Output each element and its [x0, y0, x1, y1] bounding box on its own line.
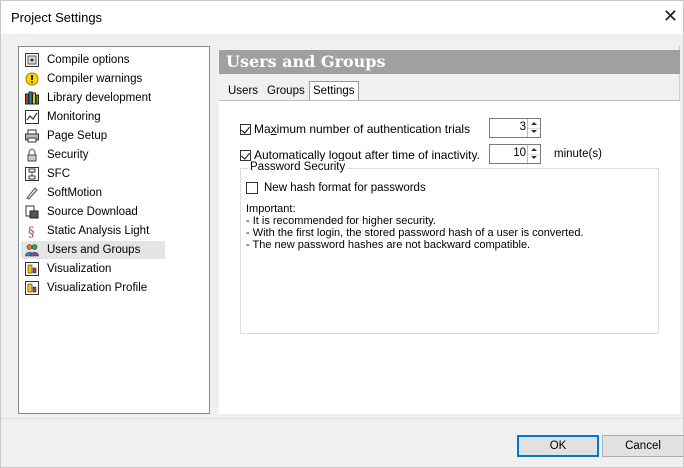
- visualization-profile-icon: [25, 281, 39, 295]
- decrement-arrow-icon[interactable]: [528, 128, 540, 137]
- tab-groups[interactable]: Groups: [267, 83, 305, 100]
- settings-category-tree[interactable]: Compile options Compiler warnings Librar…: [18, 46, 210, 414]
- printer-icon: [25, 129, 39, 143]
- max-trials-value: 3: [519, 121, 526, 133]
- tree-item-library-development[interactable]: Library development: [21, 89, 151, 107]
- download-icon: [25, 205, 39, 219]
- window-title: Project Settings: [11, 10, 103, 25]
- tree-item-visualization-profile[interactable]: Visualization Profile: [21, 279, 147, 297]
- hash-format-row: New hash format for passwords: [246, 182, 426, 194]
- monitoring-icon: [25, 110, 39, 124]
- tree-item-label: Page Setup: [47, 130, 108, 142]
- softmotion-icon: [25, 186, 39, 200]
- tree-item-sfc[interactable]: SFC: [21, 165, 70, 183]
- warning-icon: [25, 72, 39, 86]
- tree-item-label: Compiler warnings: [47, 73, 143, 85]
- hash-format-label: New hash format for passwords: [264, 182, 426, 194]
- tree-item-label: Users and Groups: [47, 244, 141, 256]
- tree-item-label: SoftMotion: [47, 187, 102, 199]
- auto-logout-row: Automatically logout after time of inact…: [240, 148, 480, 162]
- visualization-icon: [25, 262, 39, 276]
- logout-time-spinner[interactable]: 10: [489, 144, 541, 164]
- tree-item-users-and-groups[interactable]: Users and Groups: [21, 241, 165, 259]
- settings-tab-content: Maximum number of authentication trials …: [219, 101, 680, 414]
- logout-time-value: 10: [513, 147, 526, 159]
- title-bar: Project Settings ✕: [0, 0, 684, 34]
- close-icon[interactable]: ✕: [663, 7, 678, 25]
- tree-item-label: Visualization: [47, 263, 112, 275]
- tab-settings[interactable]: Settings: [309, 81, 359, 100]
- tree-item-compile-options[interactable]: Compile options: [21, 51, 129, 69]
- note-line: - The new password hashes are not backwa…: [246, 239, 531, 251]
- tree-item-security[interactable]: Security: [21, 146, 89, 164]
- max-trials-row: Maximum number of authentication trials: [240, 122, 470, 136]
- tree-item-label: Source Download: [47, 206, 138, 218]
- footer-divider: [0, 418, 684, 419]
- spinner-buttons: [527, 119, 540, 137]
- settings-panel: Users and Groups Users Groups Settings M…: [219, 46, 680, 414]
- spinner-buttons: [527, 145, 540, 163]
- note-line: Important:: [246, 203, 296, 215]
- tree-item-label: SFC: [47, 168, 70, 180]
- users-icon: [25, 243, 39, 257]
- tree-item-label: Static Analysis Light: [47, 225, 150, 237]
- note-line: - It is recommended for higher security.: [246, 215, 436, 227]
- tree-item-label: Compile options: [47, 54, 130, 66]
- max-trials-label: Maximum number of authentication trials: [254, 122, 471, 136]
- tree-item-label: Monitoring: [47, 111, 101, 123]
- hash-format-checkbox[interactable]: [246, 182, 258, 194]
- sfc-icon: [25, 167, 39, 181]
- panel-title: Users and Groups: [226, 52, 386, 71]
- panel-header: Users and Groups: [219, 50, 680, 74]
- auto-logout-label: Automatically logout after time of inact…: [254, 148, 480, 162]
- ok-button[interactable]: OK: [517, 435, 599, 457]
- svg-text:§: §: [28, 225, 35, 238]
- tree-item-source-download[interactable]: Source Download: [21, 203, 138, 221]
- tree-item-label: Library development: [47, 92, 152, 104]
- tree-item-label: Security: [47, 149, 89, 161]
- tree-item-monitoring[interactable]: Monitoring: [21, 108, 101, 126]
- tree-item-softmotion[interactable]: SoftMotion: [21, 184, 102, 202]
- security-icon: [25, 148, 39, 162]
- library-icon: [25, 91, 39, 105]
- tree-item-static-analysis-light[interactable]: § Static Analysis Light: [21, 222, 149, 240]
- compile-icon: [25, 53, 39, 67]
- note-line: - With the first login, the stored passw…: [246, 227, 584, 239]
- logout-unit-label: minute(s): [554, 148, 602, 160]
- tree-item-visualization[interactable]: Visualization: [21, 260, 111, 278]
- tree-item-label: Visualization Profile: [47, 282, 148, 294]
- password-security-title: Password Security: [248, 161, 348, 173]
- max-trials-checkbox[interactable]: [240, 123, 251, 135]
- cancel-button[interactable]: Cancel: [602, 435, 684, 457]
- decrement-arrow-icon[interactable]: [528, 154, 540, 163]
- tree-item-page-setup[interactable]: Page Setup: [21, 127, 107, 145]
- static-analysis-icon: §: [25, 224, 39, 240]
- auto-logout-checkbox[interactable]: [240, 149, 251, 161]
- max-trials-spinner[interactable]: 3: [489, 118, 541, 138]
- tab-users[interactable]: Users: [228, 83, 258, 100]
- tree-item-compiler-warnings[interactable]: Compiler warnings: [21, 70, 142, 88]
